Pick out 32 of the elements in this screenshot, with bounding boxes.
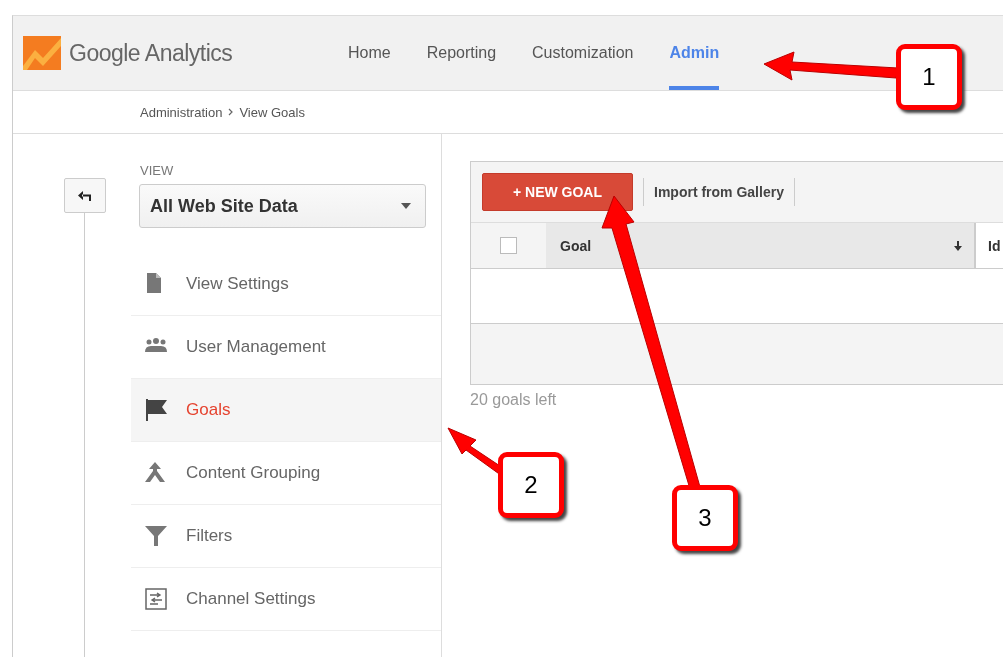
caret-icon xyxy=(401,203,411,209)
sidebar-item[interactable]: View Settings xyxy=(131,253,441,316)
column-header[interactable]: Id xyxy=(976,223,1003,268)
view-select[interactable]: All Web Site Data xyxy=(139,184,426,228)
sidebar-item[interactable]: Content Grouping xyxy=(131,442,441,505)
callout-number: 3 xyxy=(672,485,738,551)
import-link[interactable]: Import from Gallery xyxy=(654,184,784,200)
logo-icon xyxy=(23,36,61,70)
chevron-icon xyxy=(228,108,234,116)
callout-number: 2 xyxy=(498,452,564,518)
column-header[interactable]: Goal xyxy=(546,223,976,268)
sidebar-item[interactable]: Channel Settings xyxy=(131,568,441,631)
nav-tab[interactable]: Reporting xyxy=(426,16,497,90)
filter-icon xyxy=(145,525,167,547)
nav-tab[interactable]: Home xyxy=(348,16,391,90)
nav-tab[interactable]: Customization xyxy=(532,16,634,90)
merge-arrow-icon xyxy=(145,462,167,484)
view-label: VIEW xyxy=(140,163,175,178)
breadcrumb-link[interactable]: Administration xyxy=(140,104,223,120)
sliders-icon xyxy=(145,588,167,610)
goals-left-text: 20 goals left xyxy=(470,391,558,409)
callout-number: 1 xyxy=(896,44,962,110)
sidebar-item[interactable]: Filters xyxy=(131,505,441,568)
breadcrumb-link[interactable]: View Goals xyxy=(239,104,305,120)
select-all-checkbox[interactable] xyxy=(500,237,517,254)
sidebar-item[interactable]: Goals xyxy=(131,379,441,442)
back-arrow-icon xyxy=(77,189,93,202)
back-button[interactable] xyxy=(64,178,106,213)
new-goal-button[interactable]: + NEW GOAL xyxy=(482,173,633,211)
sort-arrow-icon xyxy=(954,240,962,251)
flag-icon xyxy=(145,399,167,421)
logo-text: Google Analytics xyxy=(69,39,233,67)
